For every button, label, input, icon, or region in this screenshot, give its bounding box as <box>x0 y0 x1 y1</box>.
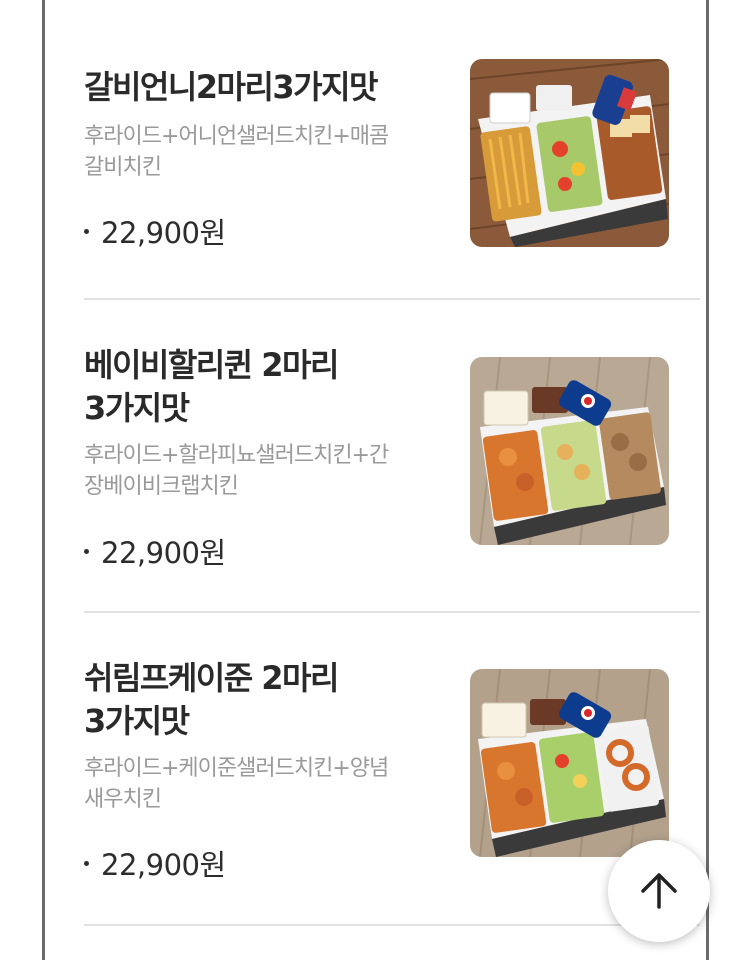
menu-item-title: 3가지맛 <box>84 702 190 740</box>
price-text: 22,900원 <box>101 848 226 882</box>
menu-item-description: 갈비치킨 <box>84 155 162 180</box>
menu-item-description: 후라이드+케이준샐러드치킨+양념 <box>84 756 389 781</box>
menu-item-title: 베이비할리퀸 2마리 <box>84 346 339 384</box>
price-text: 22,900원 <box>101 216 226 250</box>
menu-item-description: 장베이비크랩치킨 <box>84 474 239 499</box>
bullet-icon <box>84 860 89 866</box>
menu-item-price: 22,900원 <box>84 210 226 252</box>
menu-item-photo[interactable] <box>470 357 669 545</box>
menu-divider <box>84 298 700 300</box>
bullet-icon <box>84 228 89 234</box>
menu-item-text: 쉬림프케이준 2마리 3가지맛 후라이드+케이준샐러드치킨+양념 새우치킨 <box>84 657 439 815</box>
frame-right-border <box>706 0 709 960</box>
chicken-box-photo <box>470 669 669 857</box>
menu-divider <box>84 924 700 926</box>
arrow-up-icon <box>641 873 677 909</box>
menu-item-price: 22,900원 <box>84 530 226 572</box>
menu-item-title: 쉬림프케이준 2마리 <box>84 659 339 697</box>
scroll-to-top-button[interactable] <box>608 840 710 942</box>
menu-item-text: 베이비할리퀸 2마리 3가지맛 후라이드+할라피뇨샐러드치킨+간 장베이비크랩치… <box>84 344 439 502</box>
bullet-icon <box>84 548 89 554</box>
menu-item-title: 갈비언니2마리3가지맛 <box>84 68 379 106</box>
menu-list: 갈비언니2마리3가지맛 후라이드+어니언샐러드치킨+매콤 갈비치킨 22,900… <box>45 0 706 960</box>
menu-item-description: 후라이드+할라피뇨샐러드치킨+간 <box>84 443 389 468</box>
menu-item-title: 3가지맛 <box>84 389 190 427</box>
menu-item-photo[interactable] <box>470 59 669 247</box>
chicken-box-photo <box>470 59 669 247</box>
chicken-box-photo <box>470 357 669 545</box>
menu-item-description: 후라이드+어니언샐러드치킨+매콤 <box>84 124 389 149</box>
menu-item-description: 새우치킨 <box>84 787 162 812</box>
menu-item-photo[interactable] <box>470 669 669 857</box>
menu-item-text: 갈비언니2마리3가지맛 후라이드+어니언샐러드치킨+매콤 갈비치킨 <box>84 66 439 183</box>
price-text: 22,900원 <box>101 536 226 570</box>
menu-divider <box>84 611 700 613</box>
menu-item-price: 22,900원 <box>84 842 226 884</box>
